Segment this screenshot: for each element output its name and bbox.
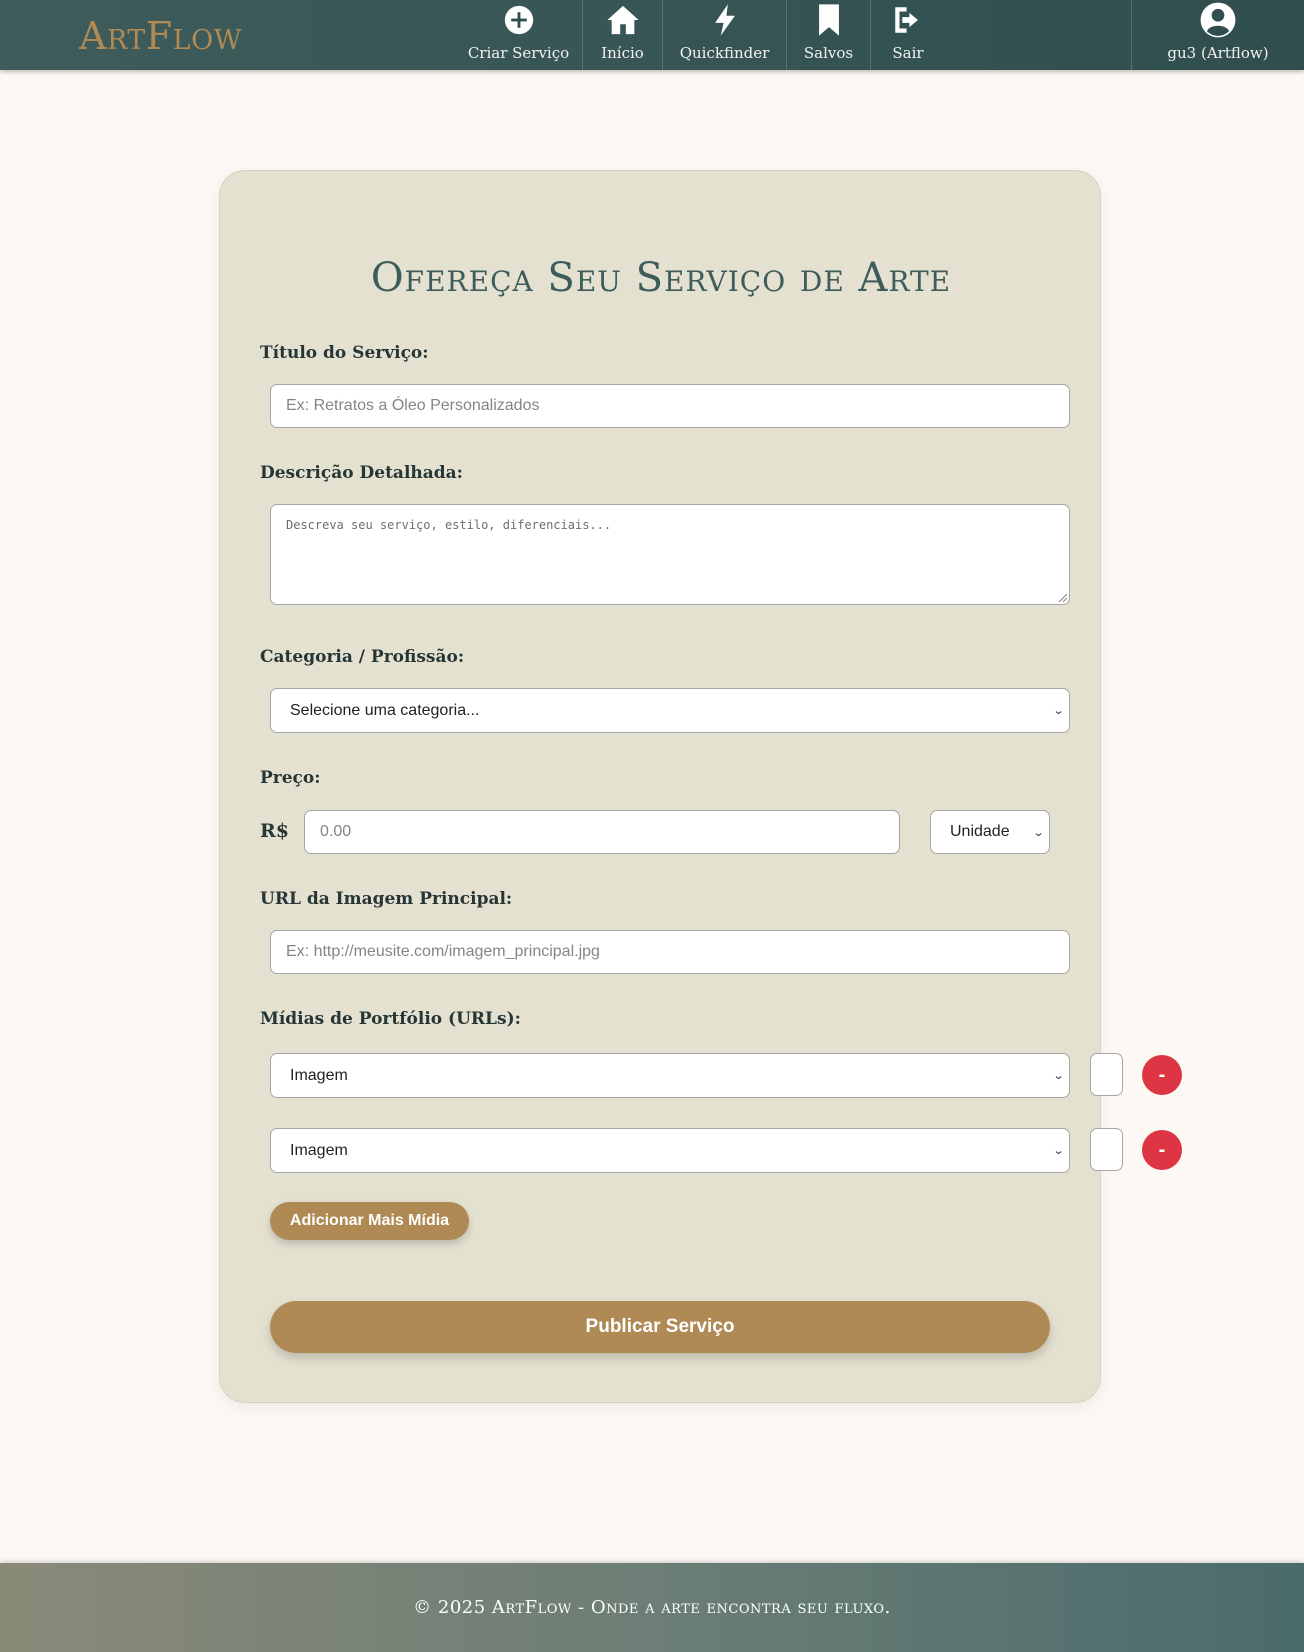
publish-button[interactable]: Publicar Serviço xyxy=(270,1301,1050,1353)
media-url-input[interactable] xyxy=(1090,1128,1123,1171)
imagem-principal-placeholder: Ex: http://meusite.com/imagem_principal.… xyxy=(286,943,600,960)
categoria-label: Categoria / Profissão: xyxy=(260,647,465,667)
page-title: Ofereça Seu Serviço de Arte xyxy=(370,255,952,301)
footer-copyright: © 2025 ArtFlow - Onde a arte encontra se… xyxy=(413,1597,891,1618)
descricao-textarea[interactable]: Descreva seu serviço, estilo, diferencia… xyxy=(270,504,1070,605)
nav-item-salvos[interactable]: Salvos xyxy=(787,0,871,70)
nav-item-quickfinder[interactable]: Quickfinder xyxy=(663,0,787,70)
media-type-select[interactable]: Imagem ⌄ xyxy=(270,1128,1070,1173)
resize-grip-icon[interactable] xyxy=(1059,594,1067,602)
page-footer: © 2025 ArtFlow - Onde a arte encontra se… xyxy=(0,1563,1304,1652)
titulo-placeholder: Ex: Retratos a Óleo Personalizados xyxy=(286,397,540,414)
user-menu[interactable]: gu3 (Artflow) xyxy=(1131,0,1304,70)
chevron-down-icon: ⌄ xyxy=(1052,1070,1065,1082)
media-type-selected: Imagem xyxy=(290,1066,348,1084)
descricao-placeholder: Descreva seu serviço, estilo, diferencia… xyxy=(286,518,612,532)
midias-label: Mídias de Portfólio (URLs): xyxy=(260,1009,521,1029)
descricao-label: Descrição Detalhada: xyxy=(260,463,463,483)
nav-item-criar-servico[interactable]: Criar Serviço xyxy=(455,0,583,70)
chevron-down-icon: ⌄ xyxy=(1052,705,1065,717)
chevron-down-icon: ⌄ xyxy=(1052,1145,1065,1157)
media-url-input[interactable] xyxy=(1090,1053,1123,1096)
preco-placeholder: 0.00 xyxy=(320,823,352,840)
bolt-icon xyxy=(714,4,735,36)
chevron-down-icon: ⌄ xyxy=(1032,826,1045,839)
imagem-principal-label: URL da Imagem Principal: xyxy=(260,889,513,909)
brand-logo[interactable]: ArtFlow xyxy=(79,14,242,58)
nav-label: Salvos xyxy=(803,44,854,62)
nav-label: Criar Serviço xyxy=(467,44,570,62)
preco-label: Preço: xyxy=(260,768,321,788)
add-media-button[interactable]: Adicionar Mais Mídia xyxy=(270,1202,469,1240)
imagem-principal-input[interactable]: Ex: http://meusite.com/imagem_principal.… xyxy=(270,930,1070,974)
remove-media-button[interactable]: - xyxy=(1142,1130,1182,1170)
logout-icon xyxy=(895,7,918,33)
nav-label: Quickfinder xyxy=(679,44,770,62)
preco-input[interactable]: 0.00 xyxy=(304,810,900,854)
nav-menu: Criar Serviço Início Quickfinder Salvos xyxy=(455,0,945,70)
user-name: gu3 (Artflow) xyxy=(1167,44,1269,62)
nav-label: Início xyxy=(601,44,644,62)
unidade-select[interactable]: Unidade ⌄ xyxy=(930,810,1050,854)
media-type-select[interactable]: Imagem ⌄ xyxy=(270,1053,1070,1098)
home-icon xyxy=(606,5,639,35)
remove-media-button[interactable]: - xyxy=(1142,1055,1182,1095)
user-circle-icon xyxy=(1200,2,1236,38)
media-type-selected: Imagem xyxy=(290,1141,348,1159)
unidade-selected: Unidade xyxy=(950,823,1010,840)
top-navbar: ArtFlow Criar Serviço Início Quickfinder xyxy=(0,0,1304,70)
titulo-input[interactable]: Ex: Retratos a Óleo Personalizados xyxy=(270,384,1070,428)
nav-item-inicio[interactable]: Início xyxy=(583,0,663,70)
plus-circle-icon xyxy=(504,5,533,35)
categoria-select[interactable]: Selecione uma categoria... ⌄ xyxy=(270,688,1070,733)
currency-symbol: R$ xyxy=(260,820,290,842)
bookmark-icon xyxy=(818,4,839,36)
nav-label: Sair xyxy=(892,44,924,62)
nav-item-sair[interactable]: Sair xyxy=(871,0,945,70)
service-form-card: Ofereça Seu Serviço de Arte Título do Se… xyxy=(219,170,1182,1403)
categoria-selected: Selecione uma categoria... xyxy=(290,701,480,719)
titulo-label: Título do Serviço: xyxy=(260,343,429,363)
